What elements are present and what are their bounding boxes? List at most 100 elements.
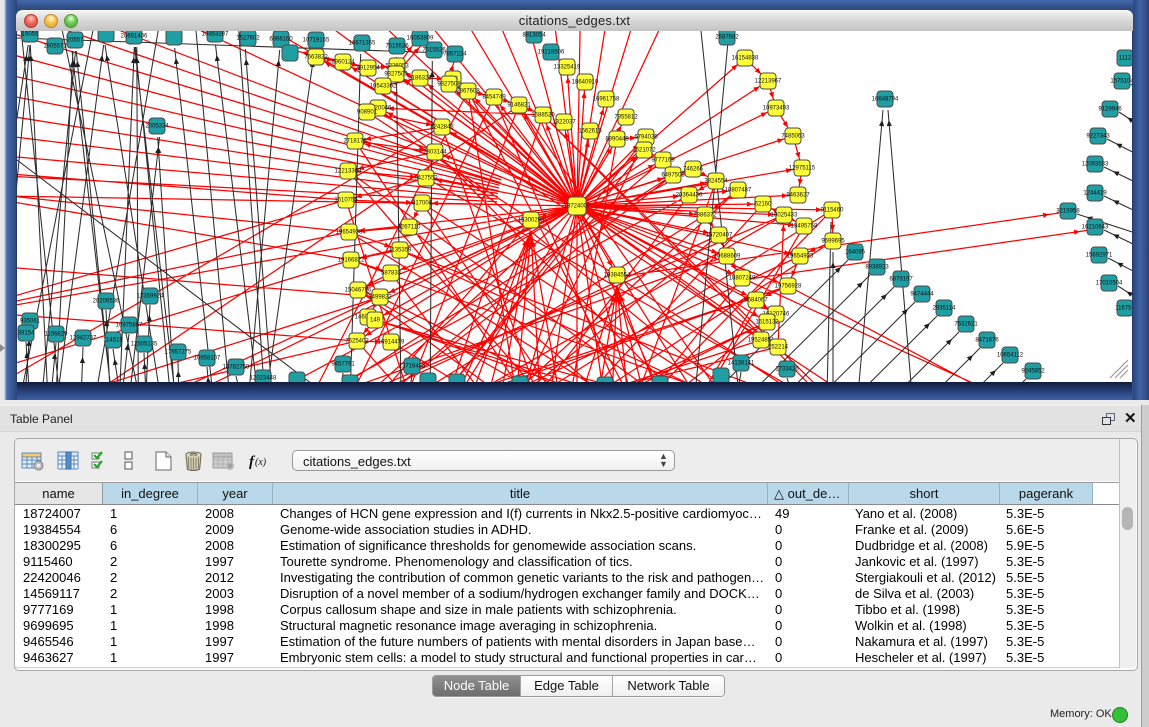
svg-text:9146821: 9146821	[507, 103, 531, 109]
svg-text:10654112: 10654112	[997, 353, 1024, 359]
svg-text:19166822: 19166822	[338, 258, 365, 264]
svg-text:8990448: 8990448	[605, 137, 629, 143]
svg-text:6794028: 6794028	[634, 135, 658, 141]
svg-text:7632621: 7632621	[954, 322, 978, 328]
svg-text:18640910: 18640910	[572, 80, 599, 86]
svg-text:16961758: 16961758	[593, 97, 620, 103]
svg-text:20364436: 20364436	[676, 193, 703, 199]
svg-text:8813054: 8813054	[522, 33, 546, 39]
svg-text:12213967: 12213967	[755, 79, 782, 85]
svg-text:17957275: 17957275	[165, 350, 192, 356]
svg-text:1322037: 1322037	[552, 120, 576, 126]
svg-text:8471676: 8471676	[975, 338, 999, 344]
svg-text:9684067: 9684067	[744, 298, 768, 304]
svg-text:935061: 935061	[20, 319, 41, 325]
svg-text:12093533: 12093533	[1082, 162, 1109, 168]
svg-text:19384554: 19384554	[604, 273, 631, 279]
svg-text:13716485: 13716485	[399, 364, 426, 370]
svg-text:2718176: 2718176	[343, 139, 367, 145]
svg-text:8454749: 8454749	[482, 95, 506, 101]
svg-text:9699695: 9699695	[821, 239, 845, 245]
svg-text:9115460: 9115460	[821, 208, 845, 214]
svg-text:9474444: 9474444	[910, 292, 934, 298]
svg-text:114519: 114519	[103, 338, 123, 344]
svg-text:7663822: 7663822	[304, 55, 328, 61]
svg-text:10807487: 10807487	[725, 188, 752, 194]
svg-text:13495758: 13495758	[791, 224, 818, 230]
svg-text:2005334: 2005334	[145, 124, 169, 130]
svg-text:19218506: 19218506	[538, 50, 565, 56]
svg-text:6879197: 6879197	[889, 277, 913, 283]
svg-text:1527602: 1527602	[236, 36, 260, 42]
svg-text:908901: 908901	[357, 110, 378, 116]
svg-text:13325419: 13325419	[554, 65, 581, 71]
svg-text:252214: 252214	[768, 345, 789, 351]
svg-text:15046796: 15046796	[345, 288, 372, 294]
svg-text:3824554: 3824554	[704, 179, 728, 185]
svg-text:10719155: 10719155	[303, 38, 330, 44]
svg-text:7886372: 7886372	[693, 213, 717, 219]
svg-text:20557: 20557	[67, 38, 84, 44]
svg-text:(x): (x)	[255, 457, 267, 468]
svg-text:6966160: 6966160	[269, 37, 293, 43]
svg-text:8938923: 8938923	[865, 265, 889, 271]
svg-text:10688609: 10688609	[714, 254, 741, 260]
svg-text:1733426: 1733426	[775, 367, 799, 373]
svg-text:17359924: 17359924	[137, 294, 164, 300]
svg-text:2867608: 2867608	[456, 89, 480, 95]
svg-text:1615132: 1615132	[755, 320, 779, 326]
svg-text:8427552: 8427552	[414, 176, 438, 182]
svg-text:1905572: 1905572	[43, 44, 67, 50]
svg-text:9245652: 9245652	[1021, 369, 1045, 375]
svg-text:8960124: 8960124	[331, 60, 355, 66]
svg-text:12942737: 12942737	[70, 336, 97, 342]
svg-text:1244419: 1244419	[1083, 191, 1107, 197]
svg-text:16782759: 16782759	[223, 365, 250, 371]
svg-text:7625402: 7625402	[345, 339, 369, 345]
svg-text:9777169: 9777169	[651, 158, 675, 164]
svg-text:15692971: 15692971	[1086, 253, 1113, 259]
svg-text:39154: 39154	[18, 331, 35, 337]
svg-text:12505135: 12505135	[131, 342, 158, 348]
svg-text:14136141: 14136141	[728, 361, 755, 367]
svg-text:9227343: 9227343	[1086, 134, 1110, 140]
svg-text:10975867: 10975867	[116, 323, 143, 329]
svg-text:8242848: 8242848	[430, 125, 454, 131]
svg-text:15300293: 15300293	[518, 218, 545, 224]
svg-text:164095: 164095	[845, 250, 866, 256]
svg-text:62160: 62160	[755, 202, 772, 208]
svg-text:19756928: 19756928	[775, 284, 802, 290]
svg-text:16154838: 16154838	[732, 56, 759, 62]
svg-text:10543362: 10543362	[370, 84, 397, 90]
svg-text:2687682: 2687682	[715, 35, 739, 41]
svg-text:6497508: 6497508	[661, 173, 685, 179]
svg-text:19055: 19055	[22, 32, 39, 38]
svg-text:12213309: 12213309	[335, 169, 362, 175]
svg-text:817004: 817004	[412, 201, 433, 207]
svg-text:1499822: 1499822	[368, 295, 392, 301]
svg-text:19654938: 19654938	[336, 230, 363, 236]
svg-text:1610755: 1610755	[334, 198, 358, 204]
svg-text:587833: 587833	[381, 271, 402, 277]
svg-text:18807249: 18807249	[729, 276, 756, 282]
svg-text:1588520: 1588520	[531, 113, 555, 119]
svg-text:1135359: 1135359	[389, 248, 413, 254]
svg-text:9327508: 9327508	[437, 82, 461, 88]
svg-text:10025433: 10025433	[771, 213, 798, 219]
svg-text:20691406: 20691406	[121, 34, 148, 40]
svg-text:1112: 1112	[1119, 56, 1132, 62]
svg-text:10973493: 10973493	[763, 106, 790, 112]
svg-text:1562615: 1562615	[578, 129, 602, 135]
svg-text:7955812: 7955812	[614, 115, 638, 121]
svg-text:8186328: 8186328	[408, 76, 432, 82]
svg-text:1575104: 1575104	[1110, 79, 1132, 85]
svg-text:16053809: 16053809	[407, 36, 434, 42]
svg-text:16210643: 16210643	[1082, 225, 1109, 231]
svg-text:20206536: 20206536	[93, 299, 120, 305]
svg-text:149: 149	[370, 318, 381, 324]
svg-text:9463627: 9463627	[786, 193, 810, 199]
svg-text:9327503: 9327503	[384, 72, 408, 78]
svg-text:116753: 116753	[1115, 306, 1132, 312]
svg-text:10958107: 10958107	[194, 356, 221, 362]
svg-text:7485063: 7485063	[781, 134, 805, 140]
